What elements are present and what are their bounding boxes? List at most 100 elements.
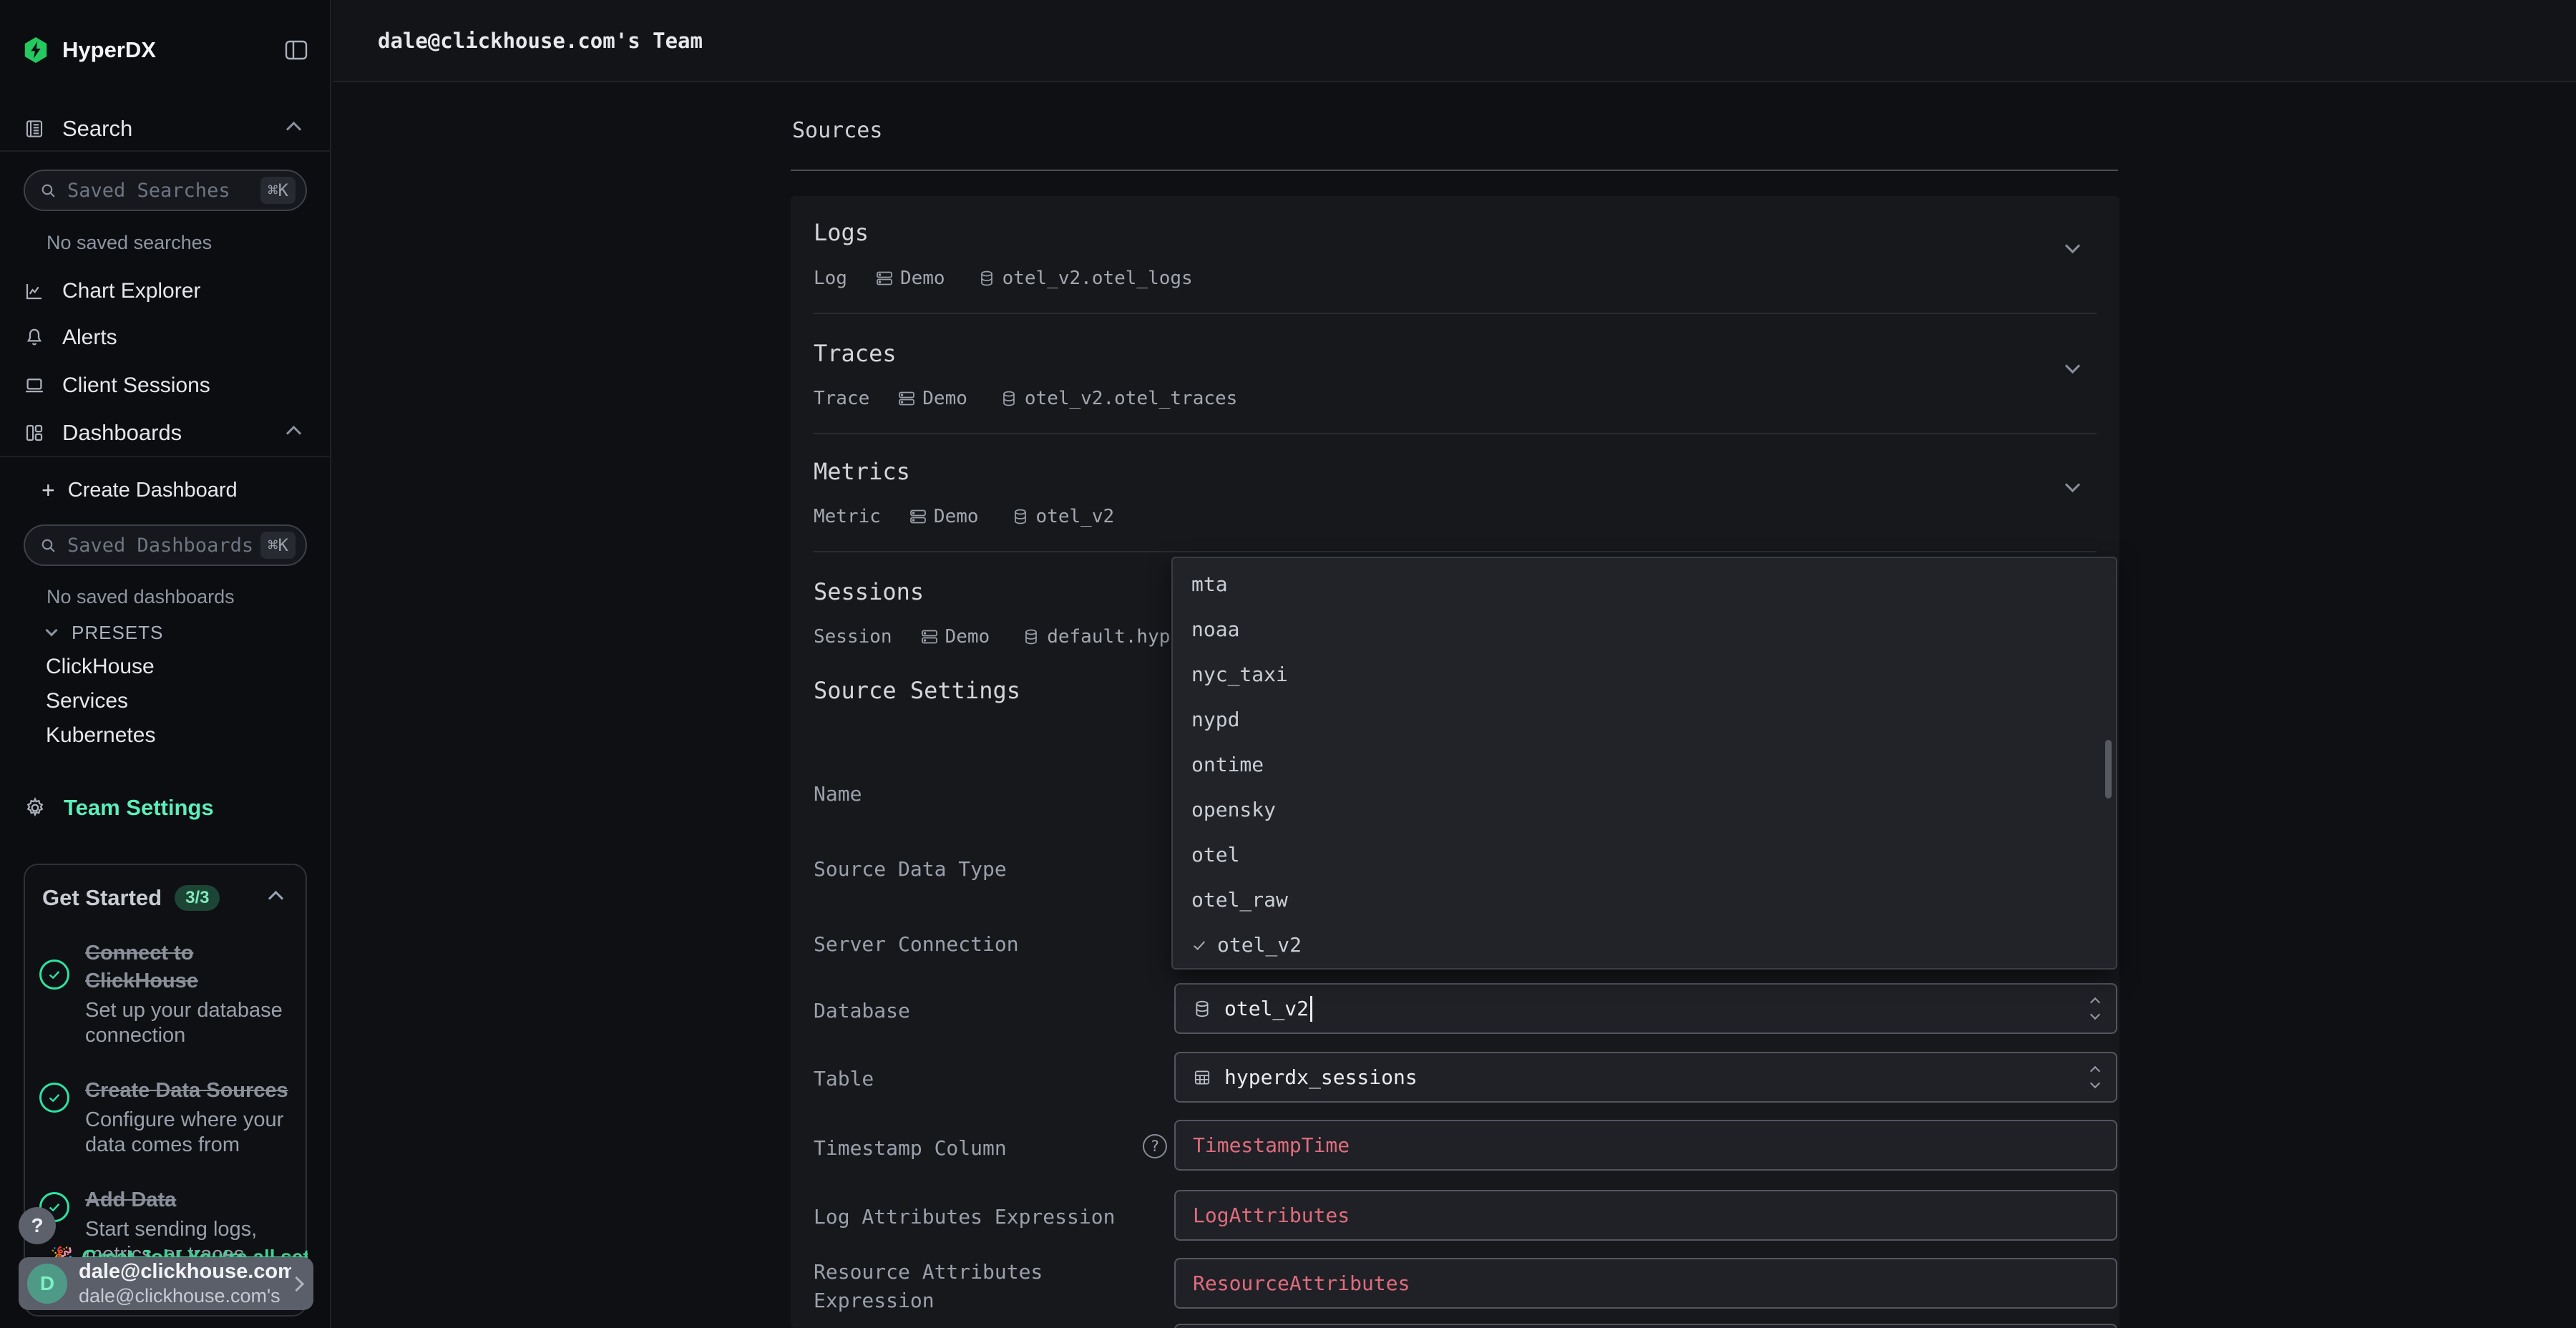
dropdown-option-selected[interactable]: otel_v2 [1173,922,2116,967]
sidebar-section-dashboards[interactable]: Dashboards [24,419,308,447]
chevron-down-icon [46,625,58,637]
timestamp-column-input[interactable]: TimestampTime [1174,1120,2117,1171]
sidebar-item-alerts[interactable]: Alerts [24,323,308,352]
preset-item-services[interactable]: Services [46,689,128,713]
source-table: otel_v2.otel_traces [1025,388,1237,409]
source-section-meta: Trace Demo [814,388,1237,409]
sidebar-section-search[interactable]: Search [24,114,308,143]
log-attributes-label: Log Attributes Expression [814,1203,1115,1231]
source-connection: Demo [900,268,945,289]
section-divider [814,433,2097,434]
database-select[interactable]: otel_v2 [1174,983,2117,1034]
next-field-input[interactable] [1174,1324,2117,1328]
get-started-item-sources[interactable]: Create Data Sources Configure where your… [39,1077,291,1158]
source-type: Trace [814,388,869,409]
plus-icon: + [42,477,55,504]
sidebar: HyperDX Search [0,0,331,1328]
server-icon [921,628,938,645]
name-label: Name [814,780,862,809]
dropdown-option[interactable]: nyc_taxi [1173,652,2116,697]
timestamp-column-label: Timestamp Column [814,1134,1007,1163]
sidebar-item-client-sessions[interactable]: Client Sessions [24,371,308,400]
dropdown-option[interactable]: otel_raw [1173,877,2116,922]
sidebar-item-chart-explorer[interactable]: Chart Explorer [24,277,308,306]
chevron-down-icon[interactable] [2065,477,2080,492]
check-circle-icon [39,1083,69,1113]
avatar: D [27,1264,67,1304]
team-settings-link[interactable]: Team Settings [24,793,308,823]
dropdown-option[interactable]: otel [1173,832,2116,877]
source-settings-heading: Source Settings [814,677,1020,704]
logo-text: HyperDX [62,37,156,63]
hyperdx-logo-icon [24,37,48,63]
get-started-item-connect[interactable]: Connect to ClickHouse Set up your databa… [39,939,291,1048]
saved-dashboards-input[interactable]: Saved Dashboards ⌘K [24,524,307,566]
create-dashboard-label: Create Dashboard [68,479,238,502]
sidebar-item-label: Alerts [62,326,117,350]
dropdown-scrollbar[interactable] [2105,740,2112,799]
text-cursor [1310,996,1312,1022]
help-button[interactable]: ? [19,1207,56,1244]
source-section-title: Sessions [814,578,924,605]
table-value: hyperdx_sessions [1224,1065,1418,1089]
dropdown-option[interactable]: nypd [1173,697,2116,742]
source-section-title: Traces [814,340,897,367]
preset-item-kubernetes[interactable]: Kubernetes [46,723,155,748]
chevron-down-icon[interactable] [2065,238,2080,253]
resource-attributes-input[interactable]: ResourceAttributes [1174,1258,2117,1309]
no-saved-searches-text: No saved searches [47,232,212,254]
presets-toggle[interactable]: PRESETS [47,620,305,645]
log-attributes-input[interactable]: LogAttributes [1174,1190,2117,1241]
user-menu[interactable]: D dale@clickhouse.com dale@clickhouse.co… [19,1257,313,1310]
source-connection: Demo [945,626,990,648]
table-select[interactable]: hyperdx_sessions [1174,1052,2117,1103]
user-workspace: dale@clickhouse.com's [79,1285,291,1307]
preset-item-clickhouse[interactable]: ClickHouse [46,655,155,679]
source-section-meta: Log Demo [814,268,1193,289]
get-started-item-title: Add Data [85,1186,290,1214]
dropdown-option[interactable]: noaa [1173,607,2116,652]
create-dashboard-button[interactable]: + Create Dashboard [42,476,306,504]
chevron-up-icon[interactable] [268,890,283,905]
source-type: Log [814,268,847,289]
source-data-type-label: Source Data Type [814,855,1007,884]
journal-search-icon [24,118,45,140]
source-table: otel_v2 [1036,506,1115,527]
laptop-icon [24,375,45,396]
collapse-sidebar-icon[interactable] [285,40,308,60]
database-dropdown: mta noaa nyc_taxi nypd ontime opensky ot… [1171,557,2117,970]
dropdown-option[interactable]: opensky [1173,787,2116,832]
sidebar-divider [0,456,331,457]
presets-label: PRESETS [72,622,163,644]
chevron-down-icon[interactable] [2065,358,2080,374]
get-started-header[interactable]: Get Started 3/3 [25,865,306,911]
dropdown-option[interactable]: ontime [1173,742,2116,787]
get-started-item-title: Connect to ClickHouse [85,939,290,995]
chevron-up-icon[interactable] [286,425,301,440]
gear-icon [24,796,47,819]
sidebar-item-label: Chart Explorer [62,279,200,303]
database-icon [1000,390,1018,407]
database-icon [1023,628,1040,645]
source-connection: Demo [934,506,979,527]
saved-searches-input[interactable]: Saved Searches ⌘K [24,170,307,211]
saved-dashboards-placeholder: Saved Dashboards [67,534,260,557]
get-started-title: Get Started [42,885,162,911]
section-divider [814,313,2097,314]
source-connection: Demo [922,388,967,409]
dropdown-option[interactable]: mta [1173,562,2116,607]
timestamp-column-value: TimestampTime [1193,1133,1350,1157]
bell-icon [24,327,45,348]
no-saved-dashboards-text: No saved dashboards [47,586,235,608]
resource-attributes-value: ResourceAttributes [1193,1271,1410,1295]
source-section-title: Logs [814,219,869,246]
source-section-meta: Metric Demo [814,506,1114,527]
logo-row: HyperDX [24,34,308,66]
get-started-item-title: Create Data Sources [85,1077,290,1105]
select-chevrons-icon [2092,1068,2099,1087]
heading-divider [791,170,2118,171]
help-circle-icon[interactable]: ? [1143,1134,1167,1158]
server-icon [876,270,893,287]
chevron-up-icon[interactable] [286,121,301,136]
database-value: otel_v2 [1224,997,1309,1020]
